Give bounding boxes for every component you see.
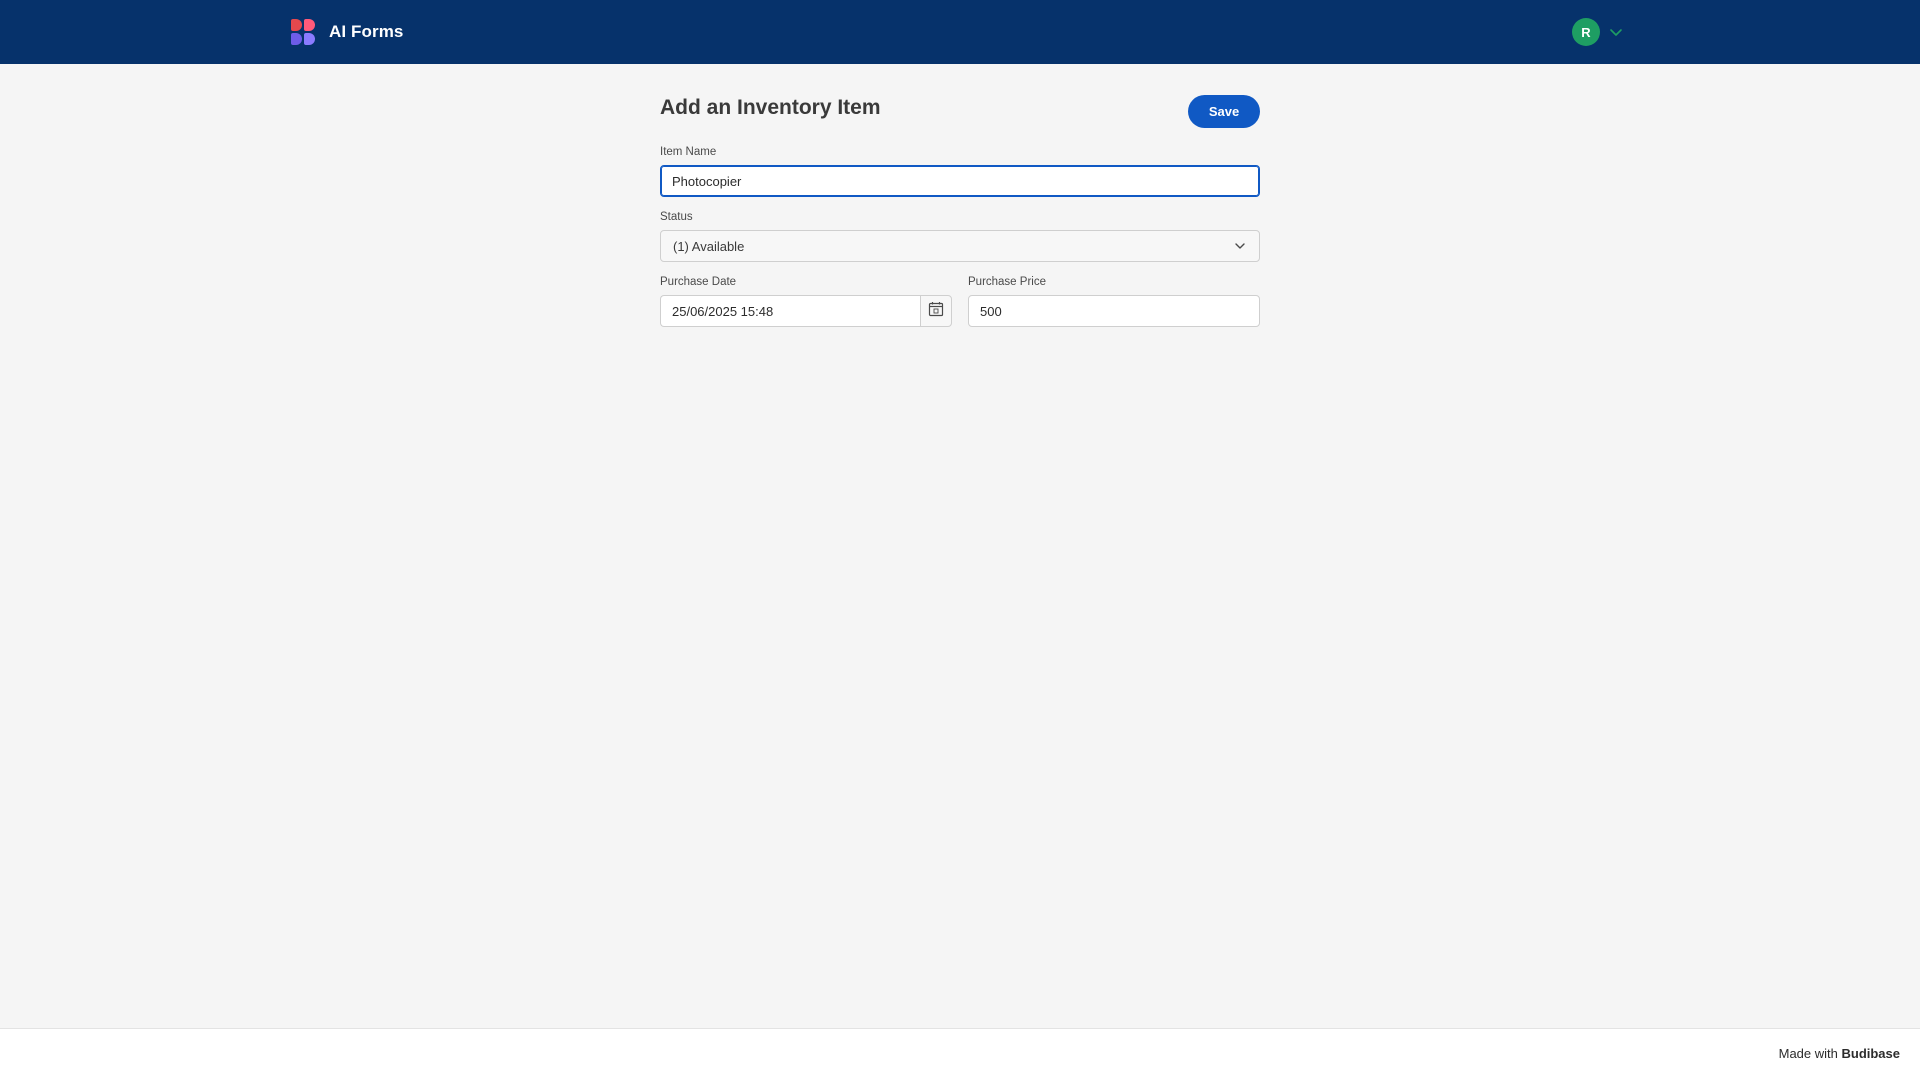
made-with-budibase[interactable]: Made with Budibase <box>1779 1046 1900 1061</box>
purchase-date-picker: 25/06/2025 15:48 <box>660 295 952 327</box>
page-title: Add an Inventory Item <box>660 96 881 119</box>
budibase-brand-text: Budibase <box>1841 1046 1900 1061</box>
avatar[interactable]: R <box>1572 18 1600 46</box>
top-navigation-bar: AI Forms R <box>0 0 1920 64</box>
purchase-date-input[interactable]: 25/06/2025 15:48 <box>660 295 920 327</box>
footer: Made with Budibase <box>0 1028 1920 1080</box>
purchase-price-input[interactable] <box>968 295 1260 327</box>
form-header: Add an Inventory Item Save <box>660 64 1260 146</box>
chevron-down-icon[interactable] <box>1606 22 1626 42</box>
form-container: Add an Inventory Item Save Item Name Sta… <box>660 64 1260 341</box>
status-selected-value: (1) Available <box>673 238 745 254</box>
item-name-field: Item Name <box>660 146 1260 197</box>
purchase-price-field: Purchase Price <box>968 276 1260 327</box>
status-field: Status (1) Available <box>660 211 1260 262</box>
calendar-icon <box>928 301 944 322</box>
status-select[interactable]: (1) Available <box>660 230 1260 262</box>
app-title: AI Forms <box>329 22 404 41</box>
budibase-logo-icon <box>291 19 317 45</box>
user-menu[interactable]: R <box>1572 18 1626 46</box>
item-name-input[interactable] <box>660 165 1260 197</box>
date-price-row: Purchase Date 25/06/2025 15:48 Purchase … <box>660 276 1260 341</box>
item-name-label: Item Name <box>660 146 717 158</box>
made-with-text: Made with <box>1778 1046 1838 1061</box>
calendar-button[interactable] <box>920 295 952 327</box>
chevron-down-icon <box>1233 239 1247 256</box>
brand[interactable]: AI Forms <box>291 0 403 64</box>
save-button[interactable]: Save <box>1188 95 1260 128</box>
purchase-date-field: Purchase Date 25/06/2025 15:48 <box>660 276 952 327</box>
purchase-date-label: Purchase Date <box>660 276 737 288</box>
status-label: Status <box>660 211 693 223</box>
purchase-price-label: Purchase Price <box>968 276 1046 288</box>
